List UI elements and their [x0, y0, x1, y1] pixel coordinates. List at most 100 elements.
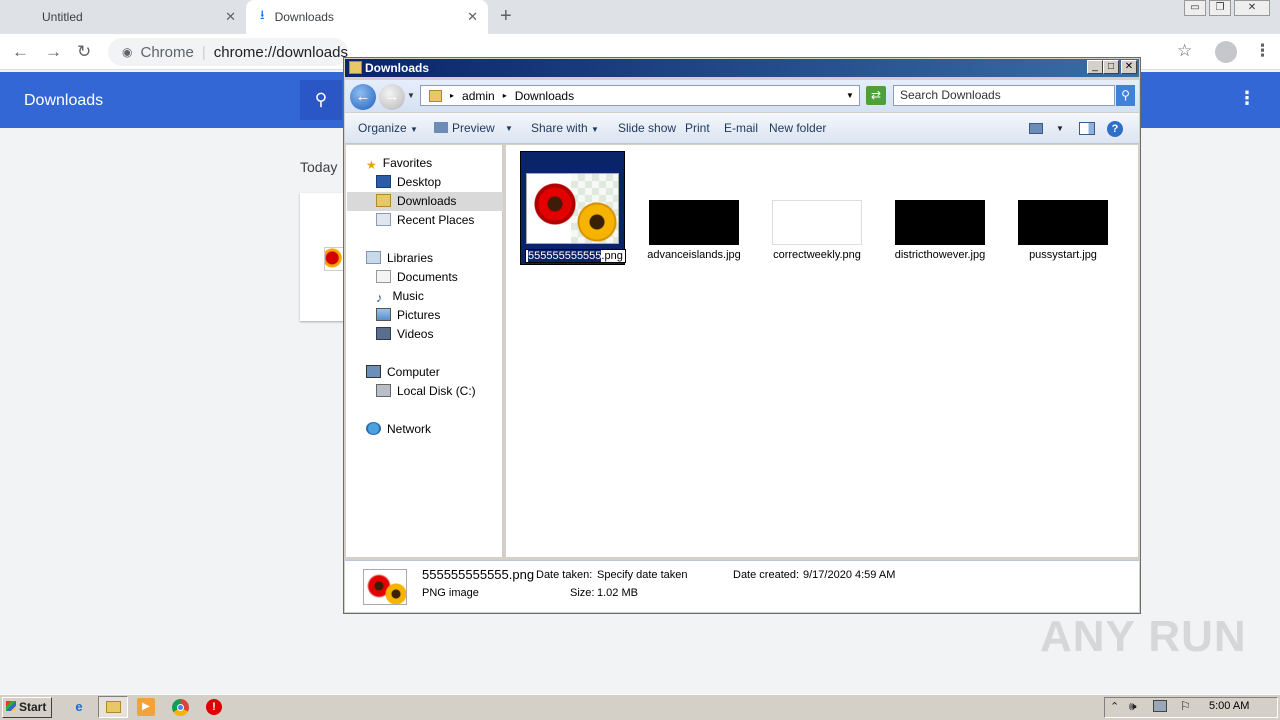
- breadcrumb-downloads[interactable]: Downloads: [515, 89, 574, 103]
- close-icon[interactable]: ✕: [1121, 60, 1137, 74]
- nav-desktop[interactable]: Desktop: [376, 173, 441, 192]
- view-dropdown-icon[interactable]: ▼: [1056, 124, 1064, 133]
- refresh-icon[interactable]: ⇄: [866, 86, 886, 105]
- new-tab-icon[interactable]: +: [500, 5, 512, 28]
- pictures-icon: [376, 308, 391, 321]
- view-options-icon[interactable]: [1029, 123, 1043, 134]
- breadcrumb-admin[interactable]: admin: [462, 89, 495, 103]
- print-button[interactable]: Print: [685, 121, 710, 135]
- nav-favorites[interactable]: ★ Favorites: [366, 154, 432, 173]
- date-created-label: Date created:: [733, 569, 800, 581]
- nav-music[interactable]: ♪ Music: [376, 287, 424, 306]
- omnibox[interactable]: ◉ Chrome | chrome://downloads: [108, 38, 348, 66]
- action-center-flag-icon[interactable]: ⚐: [1180, 699, 1191, 713]
- download-icon: ⭳: [260, 7, 265, 22]
- back-arrow-icon[interactable]: ←: [350, 84, 376, 110]
- date-created-value: 9/17/2020 4:59 AM: [803, 569, 896, 581]
- search-icon[interactable]: ⚲: [300, 80, 342, 120]
- restore-icon[interactable]: ❐: [1209, 0, 1231, 16]
- history-dropdown-icon[interactable]: ▼: [407, 91, 415, 100]
- recent-places-icon: [376, 213, 391, 226]
- minimize-icon[interactable]: ▭: [1184, 0, 1206, 16]
- clock[interactable]: 5:00 AM: [1209, 700, 1249, 712]
- image-thumbnail[interactable]: [1018, 200, 1108, 245]
- image-thumbnail[interactable]: [895, 200, 985, 245]
- preview-icon: [434, 122, 448, 133]
- folder-icon: [429, 89, 442, 102]
- tab-downloads[interactable]: ⭳ Downloads ✕: [246, 0, 488, 34]
- nav-recent-places[interactable]: Recent Places: [376, 211, 474, 230]
- file-name[interactable]: districthowever.jpg: [885, 249, 995, 261]
- stop-icon[interactable]: !: [206, 699, 222, 715]
- file-name[interactable]: advanceislands.jpg: [639, 249, 749, 261]
- share-with-button[interactable]: Share with ▼: [531, 121, 599, 135]
- image-thumbnail[interactable]: [649, 200, 739, 245]
- address-bar[interactable]: ▸ admin ▸ Downloads: [420, 85, 860, 106]
- nav-libraries[interactable]: Libraries: [366, 249, 433, 268]
- documents-icon: [376, 270, 391, 283]
- file-name-selected-part: 555555555555: [528, 250, 602, 262]
- nav-documents[interactable]: Documents: [376, 268, 458, 287]
- chrome-icon[interactable]: [172, 699, 189, 716]
- omnibox-url: chrome://downloads: [213, 43, 348, 61]
- preview-pane-icon[interactable]: [1079, 122, 1095, 135]
- nav-downloads[interactable]: Downloads: [376, 192, 456, 211]
- new-folder-button[interactable]: New folder: [769, 121, 826, 135]
- date-taken-label: Date taken:: [536, 569, 593, 581]
- help-icon[interactable]: ?: [1107, 121, 1123, 137]
- maximize-icon[interactable]: □: [1103, 60, 1119, 74]
- nav-local-disk[interactable]: Local Disk (C:): [376, 382, 476, 401]
- network-tray-icon[interactable]: [1153, 700, 1167, 712]
- nav-computer[interactable]: Computer: [366, 363, 440, 382]
- organize-button[interactable]: Organize ▼: [358, 121, 418, 135]
- libraries-icon: [366, 251, 381, 264]
- page-title: Downloads: [24, 92, 104, 109]
- selected-file-thumbnail: [363, 569, 407, 605]
- music-icon: ♪: [376, 290, 383, 305]
- tab-untitled[interactable]: Untitled ✕: [28, 0, 246, 34]
- back-icon[interactable]: ←: [12, 42, 29, 62]
- close-tab-icon[interactable]: ✕: [467, 9, 478, 25]
- tab-label: Untitled: [42, 10, 83, 24]
- file-name[interactable]: correctweekly.png: [762, 249, 872, 261]
- nav-network[interactable]: Network: [366, 420, 431, 439]
- close-window-icon[interactable]: ✕: [1234, 0, 1270, 16]
- date-heading: Today: [300, 159, 338, 175]
- detail-file-name: 555555555555.png: [422, 567, 535, 582]
- file-name[interactable]: pussystart.jpg: [1008, 249, 1118, 261]
- tab-label: Downloads: [274, 10, 334, 24]
- media-player-icon[interactable]: ▶: [137, 698, 155, 716]
- bookmark-star-icon[interactable]: ☆: [1177, 41, 1192, 61]
- email-button[interactable]: E-mail: [724, 121, 758, 135]
- explorer-title[interactable]: Downloads: [345, 59, 1139, 77]
- forward-arrow-icon[interactable]: →: [379, 84, 405, 110]
- volume-icon[interactable]: 🕪: [1129, 699, 1137, 714]
- internet-explorer-icon[interactable]: e: [70, 698, 88, 716]
- slide-show-button[interactable]: Slide show: [618, 121, 676, 135]
- chrome-menu-icon[interactable]: ⋮: [1254, 41, 1271, 61]
- detail-file-type: PNG image: [422, 587, 479, 599]
- image-thumbnail[interactable]: [772, 200, 862, 245]
- address-dropdown-icon[interactable]: ▼: [846, 91, 854, 100]
- desktop-icon: [376, 175, 391, 188]
- nav-videos[interactable]: Videos: [376, 325, 433, 344]
- preview-dropdown-icon[interactable]: ▼: [505, 124, 513, 133]
- explorer-search-input[interactable]: Search Downloads: [893, 85, 1115, 106]
- date-taken-value[interactable]: Specify date taken: [597, 569, 688, 581]
- file-name-edit[interactable]: 555555555555.png: [525, 249, 626, 263]
- search-icon[interactable]: ⚲: [1116, 85, 1135, 106]
- nav-pictures[interactable]: Pictures: [376, 306, 440, 325]
- preview-button[interactable]: Preview: [434, 121, 495, 135]
- profile-avatar-icon[interactable]: [1215, 41, 1237, 63]
- explorer-taskbar-button[interactable]: [98, 696, 128, 718]
- forward-icon[interactable]: →: [45, 42, 62, 62]
- minimize-icon[interactable]: _: [1087, 60, 1103, 74]
- more-options-icon[interactable]: ⋮: [1238, 88, 1256, 109]
- show-hidden-icons-icon[interactable]: ⌃: [1110, 700, 1119, 713]
- site-info-icon: ◉: [122, 45, 133, 59]
- close-tab-icon[interactable]: ✕: [225, 9, 236, 25]
- folder-icon: [106, 701, 121, 713]
- reload-icon[interactable]: ↻: [77, 42, 91, 62]
- watermark-logo: ANY RUN: [1040, 612, 1247, 661]
- taskbar: [0, 694, 1280, 720]
